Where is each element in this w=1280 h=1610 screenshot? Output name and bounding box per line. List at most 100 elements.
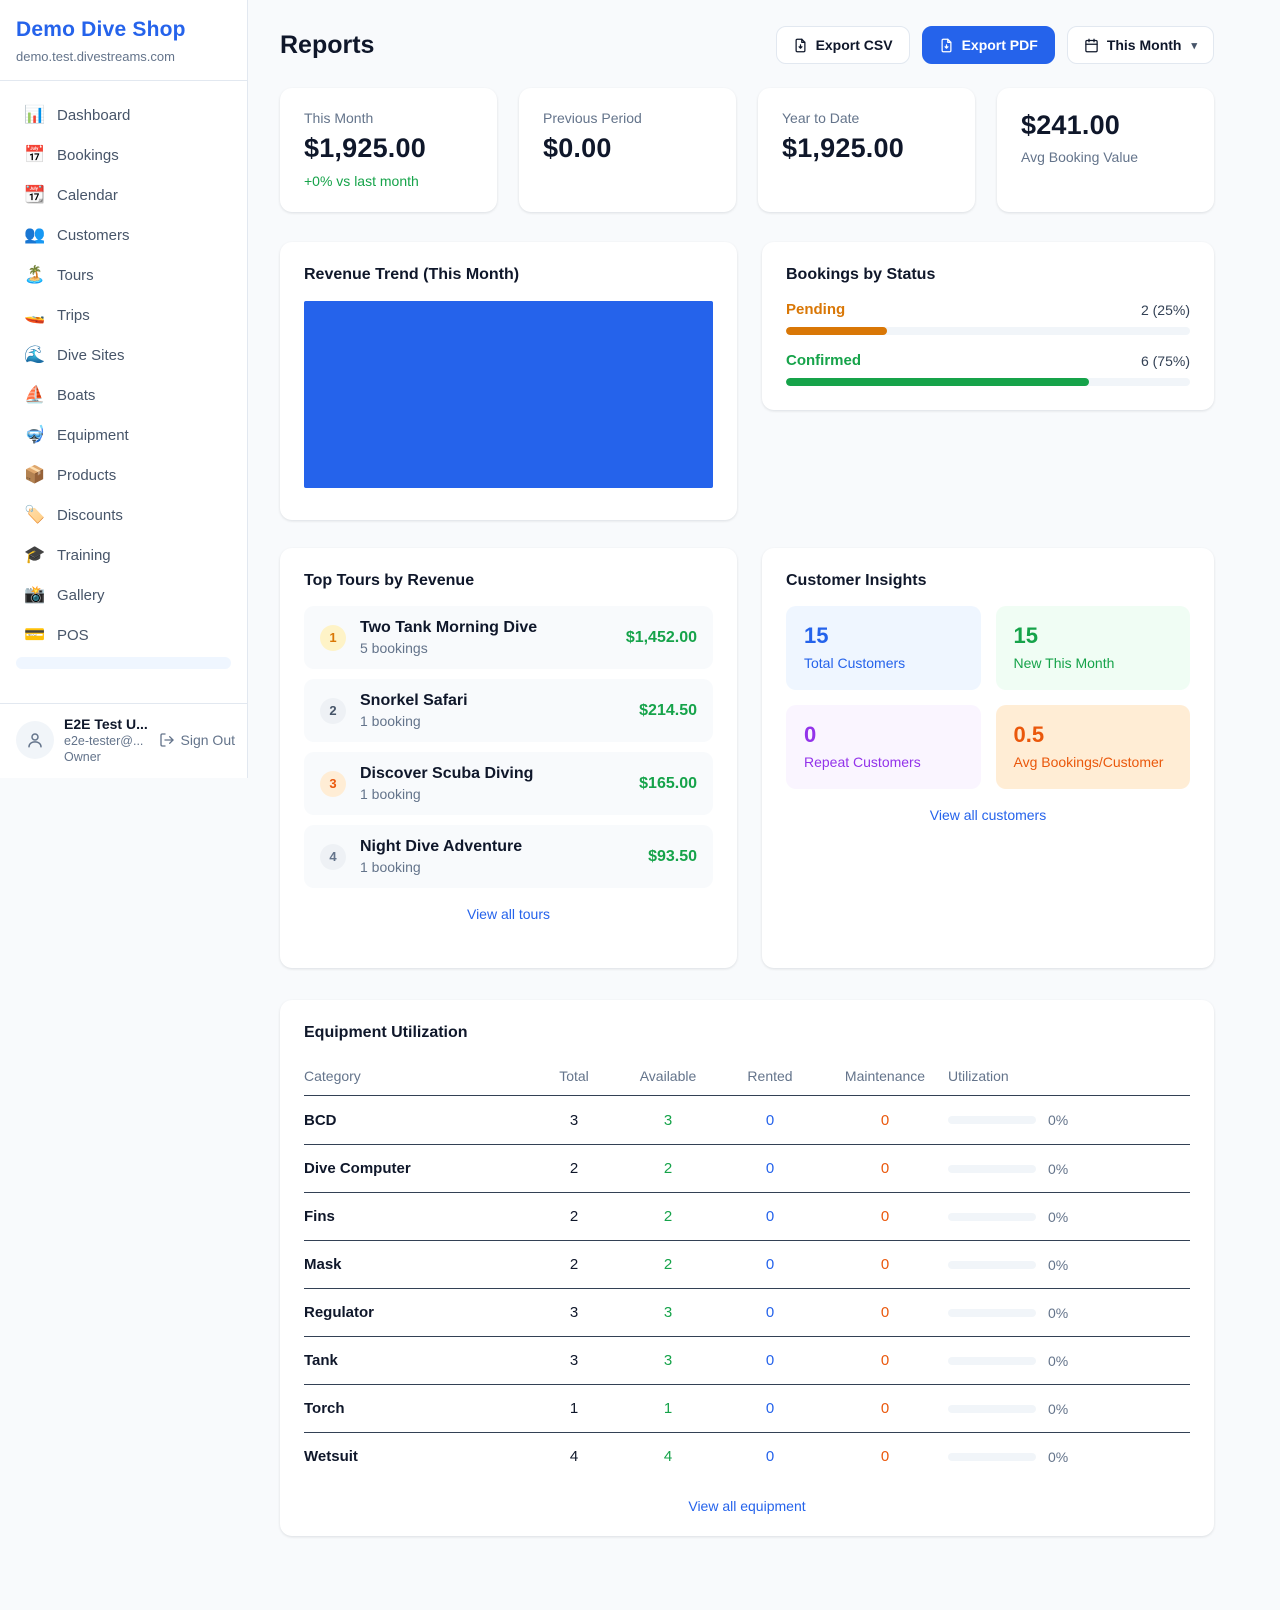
rank-badge: 3	[320, 771, 346, 797]
sidebar-item-gallery[interactable]: 📸 Gallery	[8, 575, 239, 615]
table-row: Fins 2 2 0 0 0%	[304, 1192, 1190, 1240]
utilization-track	[948, 1309, 1036, 1317]
diving-mask-icon: 🤿	[24, 425, 44, 445]
sidebar-item-dashboard[interactable]: 📊 Dashboard	[8, 95, 239, 135]
stat-label: Avg Booking Value	[1021, 149, 1190, 165]
avatar	[16, 721, 54, 759]
table-row: Regulator 3 3 0 0 0%	[304, 1288, 1190, 1336]
stat-value: $1,925.00	[304, 133, 473, 164]
sidebar-item-label: Products	[57, 467, 116, 484]
sidebar-item-tours[interactable]: 🏝️ Tours	[8, 255, 239, 295]
stat-card-avg-booking-value: $241.00 Avg Booking Value	[997, 88, 1214, 212]
brand-title[interactable]: Demo Dive Shop	[16, 18, 231, 42]
insight-label: Total Customers	[804, 655, 963, 671]
sidebar-item-pos[interactable]: 💳 POS	[8, 615, 239, 655]
user-footer: E2E Test U... e2e-tester@... Owner Sign …	[0, 703, 247, 778]
cell-rented: 0	[718, 1112, 822, 1129]
user-meta: E2E Test U... e2e-tester@... Owner	[64, 716, 148, 764]
tour-amount: $165.00	[639, 775, 697, 793]
utilization-pct: 0%	[1048, 1305, 1068, 1321]
sidebar-item-customers[interactable]: 👥 Customers	[8, 215, 239, 255]
table-row: Tank 3 3 0 0 0%	[304, 1336, 1190, 1384]
sidebar-item-trips[interactable]: 🚤 Trips	[8, 295, 239, 335]
tour-row: 3 Discover Scuba Diving 1 booking $165.0…	[304, 752, 713, 815]
bookings-by-status-card: Bookings by Status Pending 2 (25%) Confi…	[762, 242, 1214, 410]
cell-maintenance: 0	[822, 1352, 948, 1369]
view-all-customers-link[interactable]: View all customers	[786, 807, 1190, 823]
rank-badge: 4	[320, 844, 346, 870]
stat-card-previous-period: Previous Period $0.00	[519, 88, 736, 212]
cell-available: 2	[618, 1208, 718, 1225]
bar-chart-icon: 📊	[24, 105, 44, 125]
file-export-icon	[939, 38, 954, 53]
utilization-pct: 0%	[1048, 1161, 1068, 1177]
sidebar-item-products[interactable]: 📦 Products	[8, 455, 239, 495]
sign-out-button[interactable]: Sign Out	[159, 732, 235, 748]
cell-available: 2	[618, 1160, 718, 1177]
export-csv-label: Export CSV	[816, 37, 893, 53]
stat-value: $0.00	[543, 133, 712, 164]
tour-name: Snorkel Safari	[360, 692, 625, 710]
cell-category: Tank	[304, 1352, 530, 1369]
sidebar-item-label: Equipment	[57, 427, 129, 444]
brand-block: Demo Dive Shop demo.test.divestreams.com	[0, 0, 247, 81]
page-title: Reports	[280, 31, 374, 60]
sidebar-item-equipment[interactable]: 🤿 Equipment	[8, 415, 239, 455]
utilization-pct: 0%	[1048, 1401, 1068, 1417]
sidebar-item-bookings[interactable]: 📅 Bookings	[8, 135, 239, 175]
cell-category: Fins	[304, 1208, 530, 1225]
sign-out-label: Sign Out	[181, 732, 235, 748]
sidebar-item-label: Discounts	[57, 507, 123, 524]
col-rented: Rented	[718, 1068, 822, 1084]
status-row-confirmed: Confirmed 6 (75%)	[786, 352, 1190, 386]
insight-value: 15	[1014, 623, 1173, 649]
tour-bookings: 1 booking	[360, 786, 625, 802]
charts-row: Revenue Trend (This Month) Bookings by S…	[280, 242, 1214, 520]
cell-maintenance: 0	[822, 1304, 948, 1321]
insight-label: New This Month	[1014, 655, 1173, 671]
rank-badge: 2	[320, 698, 346, 724]
stat-label: Previous Period	[543, 110, 712, 126]
sidebar-item-label: Boats	[57, 387, 95, 404]
export-csv-button[interactable]: Export CSV	[776, 26, 910, 64]
sailboat-icon: ⛵	[24, 385, 44, 405]
sidebar-item-reports-clipped[interactable]	[16, 657, 231, 669]
export-pdf-button[interactable]: Export PDF	[922, 26, 1055, 64]
cell-utilization: 0%	[948, 1161, 1190, 1177]
cell-available: 3	[618, 1352, 718, 1369]
tour-bookings: 5 bookings	[360, 640, 612, 656]
cell-maintenance: 0	[822, 1400, 948, 1417]
sidebar: Demo Dive Shop demo.test.divestreams.com…	[0, 0, 248, 778]
bookings-by-status-title: Bookings by Status	[786, 266, 1190, 284]
cell-maintenance: 0	[822, 1448, 948, 1465]
period-label: This Month	[1107, 37, 1182, 53]
rank-badge: 1	[320, 625, 346, 651]
sidebar-item-label: Training	[57, 547, 111, 564]
insight-label: Repeat Customers	[804, 754, 963, 770]
customer-insights-card: Customer Insights 15 Total Customers 15 …	[762, 548, 1214, 968]
status-label: Confirmed	[786, 352, 861, 369]
sidebar-item-training[interactable]: 🎓 Training	[8, 535, 239, 575]
cell-maintenance: 0	[822, 1256, 948, 1273]
cell-utilization: 0%	[948, 1257, 1190, 1273]
utilization-pct: 0%	[1048, 1353, 1068, 1369]
cell-total: 3	[530, 1304, 618, 1321]
col-maintenance: Maintenance	[822, 1068, 948, 1084]
view-all-tours-link[interactable]: View all tours	[304, 906, 713, 922]
sidebar-item-boats[interactable]: ⛵ Boats	[8, 375, 239, 415]
cell-available: 2	[618, 1256, 718, 1273]
insight-value: 15	[804, 623, 963, 649]
table-row: Dive Computer 2 2 0 0 0%	[304, 1144, 1190, 1192]
cell-category: Wetsuit	[304, 1448, 530, 1465]
utilization-pct: 0%	[1048, 1449, 1068, 1465]
status-value: 2 (25%)	[1141, 302, 1190, 318]
sidebar-item-calendar[interactable]: 📆 Calendar	[8, 175, 239, 215]
insight-tile-avg-bookings: 0.5 Avg Bookings/Customer	[996, 705, 1191, 789]
sidebar-item-discounts[interactable]: 🏷️ Discounts	[8, 495, 239, 535]
tour-rows: 1 Two Tank Morning Dive 5 bookings $1,45…	[304, 606, 713, 888]
sidebar-item-dive-sites[interactable]: 🌊 Dive Sites	[8, 335, 239, 375]
view-all-equipment-link[interactable]: View all equipment	[304, 1498, 1190, 1514]
graduation-cap-icon: 🎓	[24, 545, 44, 565]
period-dropdown[interactable]: This Month ▾	[1067, 26, 1214, 64]
tour-row: 2 Snorkel Safari 1 booking $214.50	[304, 679, 713, 742]
